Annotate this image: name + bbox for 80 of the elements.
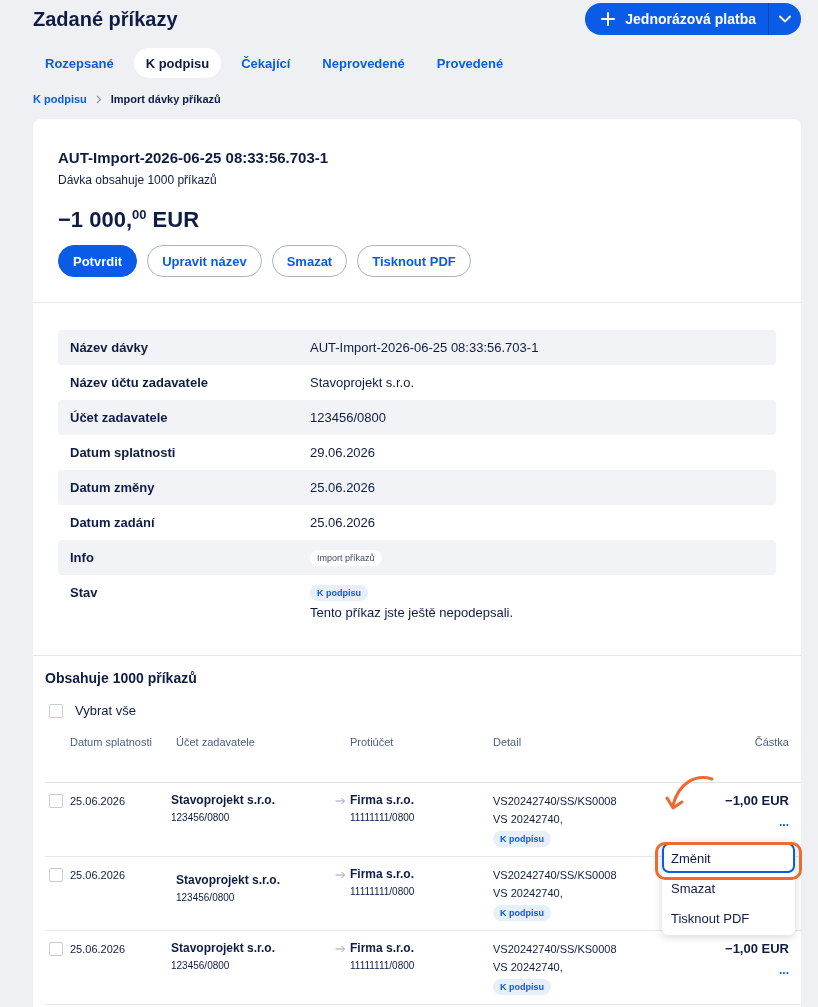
payer-account: 123456/0800 <box>176 891 235 906</box>
status-tag: K podpisu <box>493 831 551 848</box>
menu-item[interactable]: Změnit <box>662 843 795 874</box>
detail-label: Datum změny <box>70 479 156 496</box>
payer-name: Stavoprojekt s.r.o. <box>171 940 276 958</box>
detail-label: Datum splatnosti <box>70 444 177 461</box>
plus-icon <box>601 12 616 26</box>
amount: −1,00 EUR <box>725 792 789 810</box>
status-tag: K podpisu <box>493 979 551 996</box>
tab[interactable]: K podpisu <box>133 48 222 78</box>
more-button[interactable]: ... <box>779 809 789 830</box>
more-button[interactable]: ... <box>779 957 789 978</box>
payer-account: 123456/0800 <box>171 959 230 974</box>
payee-account: 11111111/0800 <box>350 959 415 974</box>
detail-line: VS20242740/SS/KS0008 <box>493 794 617 810</box>
detail-value: Stavoprojekt s.r.o. <box>310 375 415 391</box>
payee-account: 11111111/0800 <box>350 811 415 826</box>
menu-item[interactable]: Smazat <box>662 873 795 904</box>
payer-name: Stavoprojekt s.r.o. <box>171 792 276 810</box>
date-cell-text: 25.06.2026 <box>70 868 127 884</box>
detail-label: Účet zadavatele <box>70 409 169 426</box>
date-cell-text: 25.06.2026 <box>70 942 127 958</box>
detail-value: AUT-Import-2026-06-25 08:33:56.703-1 <box>310 340 539 356</box>
breadcrumb-link[interactable]: K podpisu <box>33 93 87 105</box>
column-header: Detail <box>493 735 523 751</box>
info-tag: Import příkazů <box>310 550 382 567</box>
detail-line: VS 20242740, <box>493 960 563 976</box>
arrow-right-icon <box>335 871 346 880</box>
detail-line: VS 20242740, <box>493 812 563 828</box>
payee-name: Firma s.r.o. <box>350 792 415 810</box>
tab[interactable]: Provedené <box>424 48 516 78</box>
status-tag: K podpisu <box>493 905 551 922</box>
detail-label: Název účtu zadavatele <box>70 374 209 391</box>
payer-account: 123456/0800 <box>171 811 230 826</box>
outline-button[interactable]: Tisknout PDF <box>357 245 471 278</box>
checkbox[interactable] <box>49 703 63 718</box>
status-note: Tento příkaz jste ještě nepodepsali. <box>310 605 514 623</box>
column-header: Datum splatnosti <box>70 735 153 751</box>
payer-name: Stavoprojekt s.r.o. <box>176 872 281 890</box>
batch-subtitle: Dávka obsahuje 1000 příkazů <box>58 173 218 187</box>
detail-label: Datum zadání <box>70 514 156 531</box>
payee-account: 11111111/0800 <box>350 885 415 900</box>
detail-value: 29.06.2026 <box>310 445 376 461</box>
checkbox[interactable] <box>49 868 63 883</box>
menu-item[interactable]: Tisknout PDF <box>662 903 795 934</box>
tab[interactable]: Rozepsané <box>33 48 126 78</box>
primary-button[interactable]: Potvrdit <box>58 245 138 278</box>
payee-name: Firma s.r.o. <box>350 940 415 958</box>
outline-button[interactable]: Upravit název <box>147 245 262 278</box>
page-title: Zadané příkazy <box>33 7 178 31</box>
checkbox[interactable] <box>49 794 63 809</box>
detail-label: Název dávky <box>70 339 150 356</box>
column-header: Částka <box>753 735 789 751</box>
detail-label: Stav <box>70 584 99 601</box>
breadcrumb-current: Import dávky příkazů <box>110 93 221 105</box>
tab[interactable]: Neprovedené <box>310 48 417 78</box>
orders-title: Obsahuje 1000 příkazů <box>45 670 198 687</box>
batch-amount: −1 000,$^{00}$ EUR <box>58 207 201 234</box>
detail-value: 25.06.2026 <box>310 515 376 531</box>
detail-line: VS20242740/SS/KS0008 <box>493 942 617 958</box>
detail-value: 25.06.2026 <box>310 480 376 496</box>
arrow-right-icon <box>335 945 346 954</box>
select-all-label[interactable]: Vybrat vše <box>75 703 136 719</box>
chevron-right-icon <box>95 94 102 104</box>
checkbox[interactable] <box>49 942 63 957</box>
arrow-right-icon <box>335 797 346 806</box>
caret-icon <box>779 15 791 23</box>
outline-button[interactable]: Smazat <box>271 245 348 278</box>
column-header: Účet zadavatele <box>175 735 256 751</box>
detail-label: Info <box>70 549 95 566</box>
amount: −1,00 EUR <box>725 940 789 958</box>
batch-name: AUT-Import-2026-06-25 08:33:56.703-1 <box>58 149 330 166</box>
date-cell-text: 25.06.2026 <box>70 794 127 810</box>
detail-line: VS 20242740, <box>493 886 563 902</box>
column-header: Protiúčet <box>350 735 395 751</box>
status-tag: K podpisu <box>310 585 368 602</box>
detail-value: 123456/0800 <box>310 410 386 426</box>
tab[interactable]: Čekající <box>229 48 303 78</box>
payee-name: Firma s.r.o. <box>350 866 415 884</box>
detail-line: VS20242740/SS/KS0008 <box>493 868 617 884</box>
